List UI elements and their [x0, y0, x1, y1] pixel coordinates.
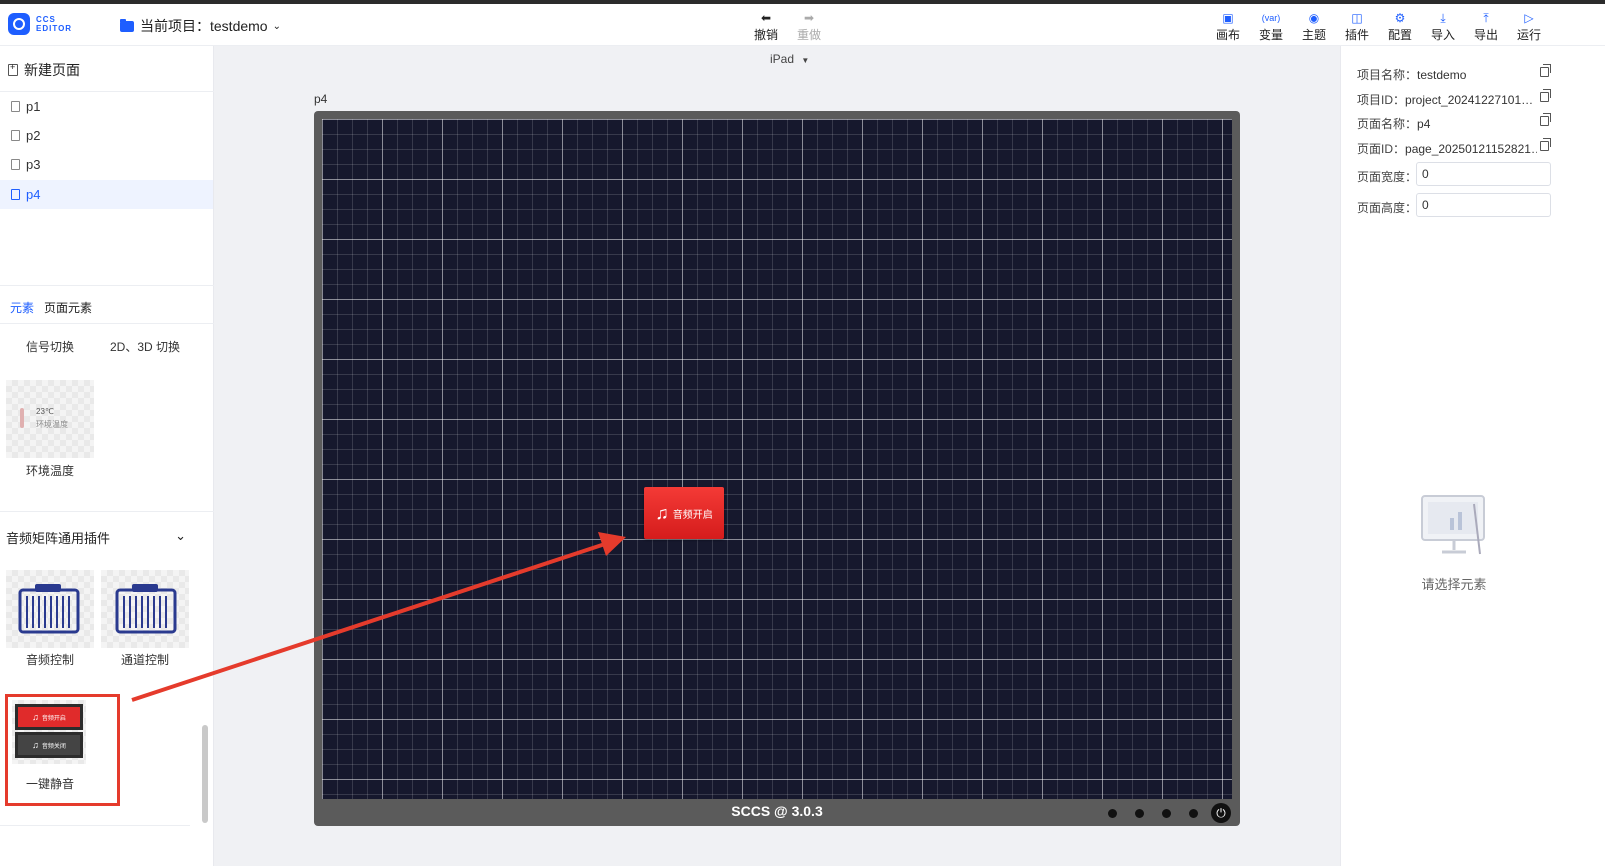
annotation-arrow [131, 532, 626, 702]
